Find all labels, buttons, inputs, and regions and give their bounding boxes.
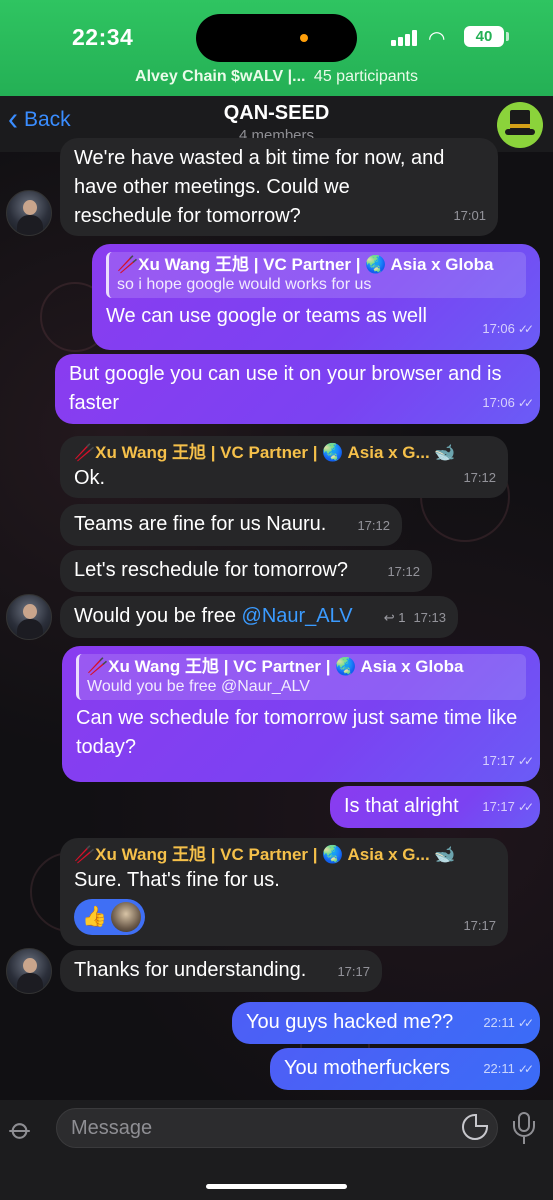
group-avatar[interactable] <box>497 102 543 148</box>
message-time: 17:06 ✓✓ <box>482 321 534 336</box>
reply-sender: 🥢Xu Wang 王旭 | VC Partner | 🌏 Asia x Glob… <box>117 255 494 274</box>
message-incoming[interactable]: We're have wasted a bit time for now, an… <box>60 138 498 236</box>
message-incoming[interactable]: Teams are fine for us Nauru. 17:12 <box>60 504 402 546</box>
status-time: 22:34 <box>72 24 134 50</box>
thumbs-up-icon: 👍 <box>82 905 107 928</box>
tophat-brim <box>505 129 535 135</box>
message-input[interactable] <box>56 1108 498 1148</box>
message-outgoing[interactable]: You motherfuckers 22:11 ✓✓ <box>270 1048 540 1090</box>
sticker-icon[interactable] <box>462 1114 488 1140</box>
message-text: Can we schedule for tomorrow just same t… <box>76 707 518 758</box>
reply-quote[interactable]: 🥢Xu Wang 王旭 | VC Partner | 🌏 Asia x Glob… <box>106 252 526 298</box>
message-time: 17:12 <box>463 470 496 485</box>
chat-title[interactable]: QAN-SEED <box>0 102 553 125</box>
message-text: Sure. That's fine for us. <box>74 869 280 891</box>
sender-name[interactable]: 🥢Xu Wang 王旭 | VC Partner | 🌏 Asia x G...… <box>74 442 494 464</box>
tophat-band <box>510 124 530 128</box>
read-checks-icon: ✓✓ <box>517 322 534 336</box>
message-incoming[interactable]: 🥢Xu Wang 王旭 | VC Partner | 🌏 Asia x G...… <box>60 436 508 498</box>
wifi-icon: ◠ <box>428 28 446 50</box>
message-outgoing[interactable]: But google you can use it on your browse… <box>55 354 540 424</box>
call-title: Alvey Chain $wALV |... <box>135 68 306 85</box>
message-time: 17:06 ✓✓ <box>482 395 534 410</box>
message-outgoing[interactable]: 🥢Xu Wang 王旭 | VC Partner | 🌏 Asia x Glob… <box>92 244 540 350</box>
read-checks-icon: ✓✓ <box>517 800 534 814</box>
privacy-indicator-icon <box>300 34 308 42</box>
message-text: We can use google or teams as well <box>106 305 427 327</box>
sender-avatar[interactable] <box>6 948 52 994</box>
battery-icon: 40 <box>464 26 504 47</box>
active-call-banner[interactable]: Alvey Chain $wALV |... 45 participants <box>0 68 553 86</box>
message-text: Would you be free <box>74 605 242 627</box>
message-incoming[interactable]: Would you be free @Naur_ALV ↩ 1 17:13 <box>60 596 458 638</box>
message-text: Let's reschedule for tomorrow? <box>74 559 348 581</box>
message-text: have other meetings. Could we reschedule… <box>74 176 350 227</box>
message-time: 17:17 <box>337 964 370 979</box>
message-time: 17:17 ✓✓ <box>482 753 534 768</box>
reply-quote[interactable]: 🥢Xu Wang 王旭 | VC Partner | 🌏 Asia x Glob… <box>76 654 526 700</box>
call-participants: 45 participants <box>313 68 418 85</box>
reply-text: Would you be free @Naur_ALV <box>87 678 310 695</box>
reply-count[interactable]: ↩ 1 <box>384 610 406 625</box>
message-time: 22:11 ✓✓ <box>483 1061 534 1076</box>
message-outgoing[interactable]: 🥢Xu Wang 王旭 | VC Partner | 🌏 Asia x Glob… <box>62 646 540 782</box>
attach-paperclip-icon[interactable]: ⌀ <box>2 1111 40 1149</box>
message-time: ↩ 1 17:13 <box>383 610 446 625</box>
message-time: 17:12 <box>387 564 420 579</box>
message-text: Ok. <box>74 467 106 489</box>
dynamic-island <box>196 14 357 62</box>
cellular-signal-icon <box>391 30 419 46</box>
home-indicator[interactable] <box>206 1184 347 1189</box>
battery-tip <box>506 32 509 41</box>
message-outgoing[interactable]: You guys hacked me?? 22:11 ✓✓ <box>232 1002 540 1044</box>
reactor-avatar <box>110 902 141 932</box>
message-text: We're have wasted a bit time for now, an… <box>74 147 445 169</box>
message-incoming[interactable]: Thanks for understanding. 17:17 <box>60 950 382 992</box>
message-time: 17:17 ✓✓ <box>482 799 534 814</box>
message-time: 17:12 <box>357 518 390 533</box>
microphone-icon[interactable] <box>512 1112 536 1146</box>
read-checks-icon: ✓✓ <box>517 396 534 410</box>
message-text: Thanks for understanding. <box>74 959 307 981</box>
message-outgoing[interactable]: Is that alright 17:17 ✓✓ <box>330 786 540 828</box>
read-checks-icon: ✓✓ <box>517 754 534 768</box>
message-time: 17:01 <box>453 208 486 223</box>
message-text: Teams are fine for us Nauru. <box>74 513 327 535</box>
mention-link[interactable]: @Naur_ALV <box>242 605 353 627</box>
message-text: But google you can use it on your browse… <box>69 363 502 414</box>
message-incoming[interactable]: Let's reschedule for tomorrow? 17:12 <box>60 550 432 592</box>
sender-avatar[interactable] <box>6 594 52 640</box>
sender-avatar[interactable] <box>6 190 52 236</box>
reply-sender: 🥢Xu Wang 王旭 | VC Partner | 🌏 Asia x Glob… <box>87 657 464 676</box>
sender-name[interactable]: 🥢Xu Wang 王旭 | VC Partner | 🌏 Asia x G...… <box>74 844 494 866</box>
status-bar: 22:34 ◠ 40 Alvey Chain $wALV |... 45 par… <box>0 0 553 96</box>
message-incoming[interactable]: 🥢Xu Wang 王旭 | VC Partner | 🌏 Asia x G...… <box>60 838 508 946</box>
reaction-chip[interactable]: 👍 <box>74 899 145 935</box>
message-time: 22:11 ✓✓ <box>483 1015 534 1030</box>
read-checks-icon: ✓✓ <box>517 1062 534 1076</box>
reply-text: so i hope google would works for us <box>117 276 372 293</box>
message-time: 17:17 <box>463 918 496 933</box>
read-checks-icon: ✓✓ <box>517 1016 534 1030</box>
